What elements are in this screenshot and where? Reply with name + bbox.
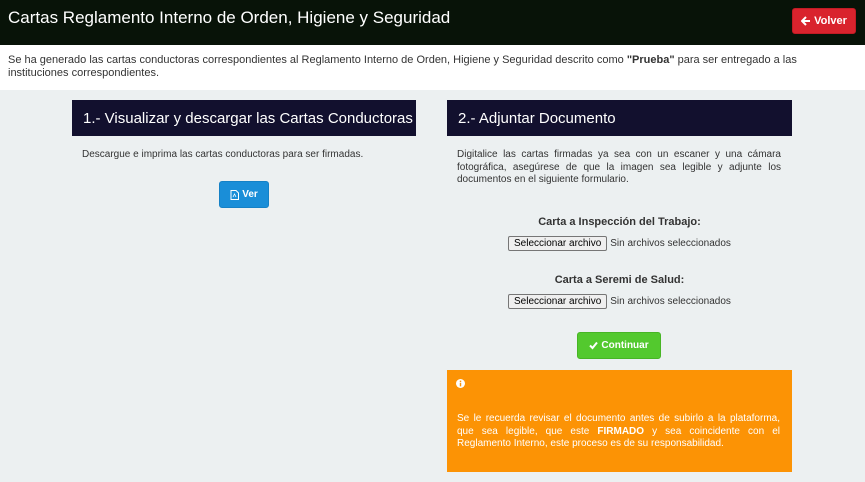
top-bar: Cartas Reglamento Interno de Orden, Higi… bbox=[0, 0, 865, 45]
health-seremi-label: Carta a Seremi de Salud: bbox=[554, 274, 685, 286]
view-button-label: Ver bbox=[242, 189, 258, 200]
continue-button-label: Continuar bbox=[601, 340, 649, 351]
download-panel-header: 1.- Visualizar y descargar las Cartas Co… bbox=[72, 100, 416, 136]
check-icon bbox=[589, 341, 599, 350]
upload-panel-title: 2.- Adjuntar Documento bbox=[458, 109, 616, 127]
page-title: Cartas Reglamento Interno de Orden, Higi… bbox=[8, 8, 451, 27]
view-button[interactable]: Ver bbox=[219, 181, 269, 208]
arrow-left-icon bbox=[801, 16, 811, 26]
reminder-signed-emphasis: FIRMADO bbox=[597, 425, 645, 437]
health-seremi-choose-file-button[interactable]: Seleccionar archivo bbox=[508, 293, 608, 309]
health-seremi-file-input: Seleccionar archivo Sin archivos selecci… bbox=[508, 293, 731, 309]
health-seremi-file-status: Sin archivos seleccionados bbox=[610, 295, 731, 307]
download-panel-title: 1.- Visualizar y descargar las Cartas Co… bbox=[83, 109, 413, 127]
back-button-label: Volver bbox=[814, 15, 847, 27]
continue-button[interactable]: Continuar bbox=[577, 332, 661, 359]
upload-panel-header: 2.- Adjuntar Documento bbox=[447, 100, 792, 136]
notice-regulation-name: "Prueba" bbox=[626, 54, 675, 66]
reminder-text: Se le recuerda revisar el documento ante… bbox=[457, 413, 780, 451]
info-circle-icon bbox=[456, 379, 465, 388]
upload-description: Digitalice las cartas firmadas ya sea co… bbox=[457, 149, 781, 185]
file-pdf-icon bbox=[230, 189, 240, 200]
back-button[interactable]: Volver bbox=[792, 8, 856, 34]
labor-inspection-file-input: Seleccionar archivo Sin archivos selecci… bbox=[508, 235, 731, 251]
labor-inspection-label: Carta a Inspección del Trabajo: bbox=[538, 216, 701, 228]
generation-notice: Se ha generado las cartas conductoras co… bbox=[0, 45, 865, 90]
labor-inspection-file-status: Sin archivos seleccionados bbox=[610, 237, 731, 249]
reminder-alert: Se le recuerda revisar el documento ante… bbox=[447, 370, 792, 472]
download-description: Descargue e imprima las cartas conductor… bbox=[82, 149, 364, 160]
labor-inspection-choose-file-button[interactable]: Seleccionar archivo bbox=[508, 235, 608, 251]
notice-text-start: Se ha generado las cartas conductoras co… bbox=[8, 54, 627, 66]
